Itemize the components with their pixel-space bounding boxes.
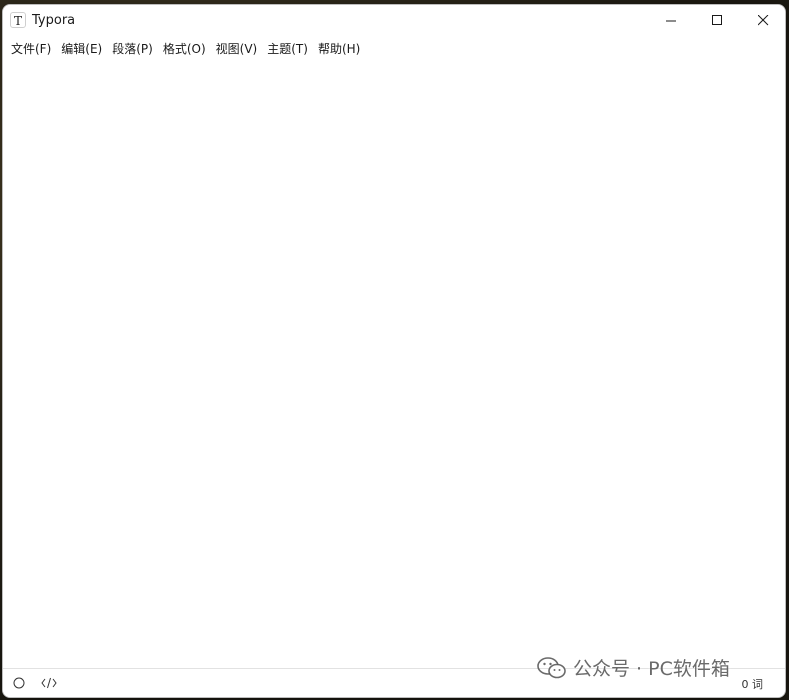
menu-format[interactable]: 格式(O) xyxy=(158,39,211,59)
menu-theme[interactable]: 主题(T) xyxy=(262,39,313,59)
typora-app-icon: T xyxy=(10,12,26,28)
minimize-button[interactable] xyxy=(648,5,694,36)
source-code-icon[interactable] xyxy=(41,675,57,691)
minimize-icon xyxy=(666,20,676,22)
typora-window: T Typora 文件(F) 编辑(E) 段落(P) 格式(O) 视图(V) 主… xyxy=(2,4,786,698)
menu-help[interactable]: 帮助(H) xyxy=(313,39,365,59)
editor-area[interactable] xyxy=(3,63,785,667)
menu-bar: 文件(F) 编辑(E) 段落(P) 格式(O) 视图(V) 主题(T) 帮助(H… xyxy=(3,38,785,60)
close-button[interactable] xyxy=(740,5,785,36)
window-title: Typora xyxy=(32,13,76,28)
maximize-button[interactable] xyxy=(694,5,740,36)
outline-circle-icon[interactable] xyxy=(11,675,27,691)
menu-paragraph[interactable]: 段落(P) xyxy=(107,39,158,59)
menu-file[interactable]: 文件(F) xyxy=(6,39,56,59)
close-icon xyxy=(758,15,769,26)
word-count[interactable]: 0 词 xyxy=(742,676,764,692)
status-bar: 0 词 xyxy=(3,668,785,697)
maximize-icon xyxy=(712,15,722,25)
menu-view[interactable]: 视图(V) xyxy=(211,39,263,59)
menu-edit[interactable]: 编辑(E) xyxy=(56,39,107,59)
title-bar[interactable]: T Typora xyxy=(3,5,785,36)
